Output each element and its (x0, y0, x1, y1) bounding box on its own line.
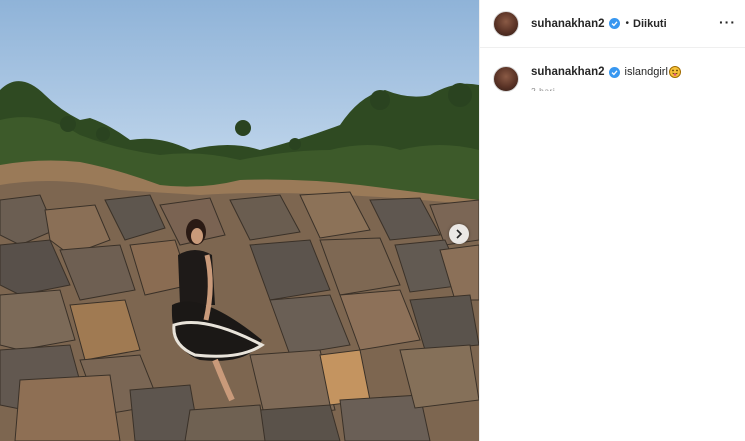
avatar[interactable] (493, 66, 519, 92)
caption: suhanakhan2 islandgirl 2 hari (480, 48, 745, 92)
caption-text: islandgirl (624, 66, 668, 78)
username-link[interactable]: suhanakhan2 (531, 18, 605, 30)
post-image[interactable] (0, 0, 479, 441)
separator-dot: • (625, 18, 630, 29)
caption-username-link[interactable]: suhanakhan2 (531, 66, 605, 78)
more-options-button[interactable]: ··· (719, 14, 736, 30)
next-image-button[interactable] (449, 224, 469, 244)
avatar[interactable] (493, 10, 519, 37)
chevron-right-icon (456, 229, 463, 239)
verified-badge-icon (608, 18, 620, 29)
verified-badge-icon (608, 66, 620, 78)
post-sidebar: suhanakhan2 • Diikuti ··· suhanakhan2 is… (479, 0, 745, 441)
tongue-out-emoji-icon (668, 66, 681, 78)
beach-rocks-photo (0, 0, 479, 441)
post-header: suhanakhan2 • Diikuti ··· (480, 0, 745, 48)
following-button[interactable]: Diikuti (633, 18, 667, 30)
post-timestamp: 2 hari (531, 86, 556, 91)
